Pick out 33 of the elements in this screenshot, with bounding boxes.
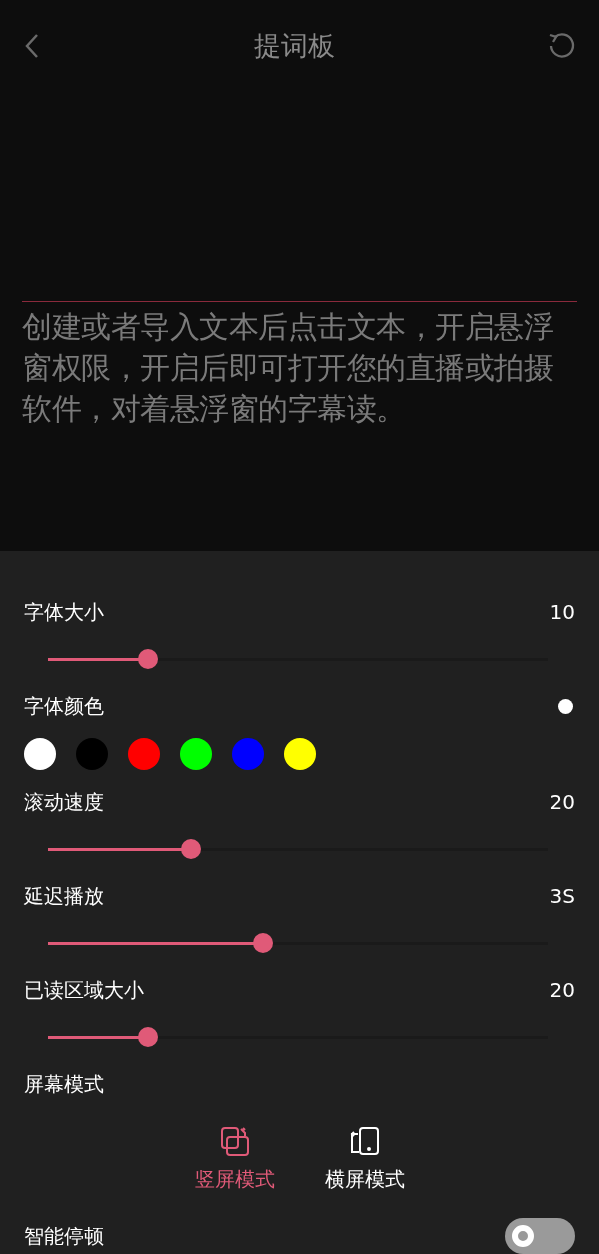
reset-icon[interactable]	[547, 31, 577, 61]
color-swatch[interactable]	[284, 738, 316, 770]
slider-track[interactable]	[48, 649, 548, 669]
slider-thumb[interactable]	[253, 933, 273, 953]
portrait-mode-icon	[218, 1126, 251, 1158]
page-title: 提词板	[254, 28, 335, 63]
setting-value: 3S	[549, 883, 575, 910]
color-swatch[interactable]	[232, 738, 264, 770]
screen-mode-option[interactable]: 竖屏模式	[194, 1126, 275, 1194]
screen-mode-option[interactable]: 横屏模式	[324, 1126, 405, 1194]
slider-thumb[interactable]	[138, 1027, 158, 1047]
color-swatch[interactable]	[24, 738, 56, 770]
setting-label: 屏幕模式	[24, 1071, 104, 1098]
setting-value: 20	[549, 789, 575, 816]
slider-thumb[interactable]	[181, 839, 201, 859]
setting-label: 智能停顿	[24, 1223, 104, 1250]
color-swatch[interactable]	[128, 738, 160, 770]
toggle-switch[interactable]	[505, 1218, 575, 1254]
setting-value: 20	[549, 977, 575, 1004]
slider-track[interactable]	[48, 839, 548, 859]
color-swatch[interactable]	[180, 738, 212, 770]
slider-track[interactable]	[48, 933, 548, 953]
setting-value: 10	[549, 599, 575, 626]
setting-label: 滚动速度	[24, 789, 104, 816]
slider-track[interactable]	[48, 1027, 548, 1047]
landscape-mode-icon	[348, 1126, 381, 1158]
setting-label: 已读区域大小	[24, 977, 144, 1004]
color-swatch[interactable]	[76, 738, 108, 770]
prompt-text[interactable]: 创建或者导入文本后点击文本，开启悬浮 窗权限，开启后即可打开您的直播或拍摄 软件，对着悬浮窗的字幕读。	[22, 306, 577, 429]
setting-label: 延迟播放	[24, 883, 104, 910]
setting-label: 字体颜色	[24, 693, 104, 720]
setting-label: 字体大小	[24, 599, 104, 626]
slider-thumb[interactable]	[138, 649, 158, 669]
